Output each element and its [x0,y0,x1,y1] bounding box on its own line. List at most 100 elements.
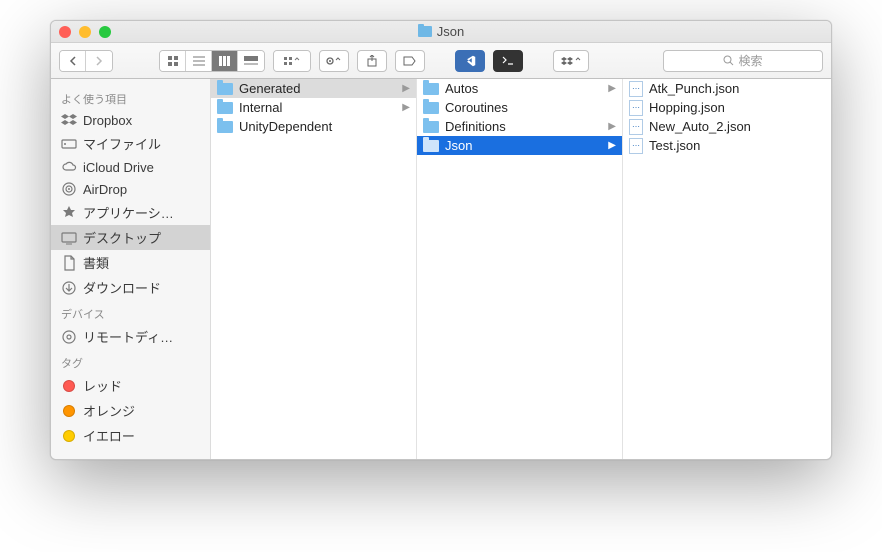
folder-icon [423,83,439,95]
columns-area: Generated▶Internal▶UnityDependentAutos▶C… [211,79,831,459]
arrange-group [273,50,311,72]
folder-row[interactable]: Generated ▶ [211,79,416,98]
row-label: Test.json [649,138,700,153]
column[interactable]: Autos▶ Coroutines Definitions▶ Json ▶ [417,79,623,459]
file-icon [629,119,643,135]
arrange-button[interactable] [274,51,310,71]
view-mode [159,50,265,72]
tag-dot [61,428,77,444]
coverflow-view[interactable] [238,51,264,71]
desktop-icon [61,230,77,246]
titlebar[interactable]: Json [51,21,831,43]
dropbox-toolbar[interactable] [553,50,589,72]
folder-row[interactable]: Autos▶ [417,79,622,98]
file-row[interactable]: Hopping.json [623,98,829,117]
folder-row[interactable]: Coroutines [417,98,622,117]
folder-icon [217,121,233,133]
chevron-right-icon: ▶ [402,102,410,113]
column[interactable]: Atk_Punch.json Hopping.json New_Auto_2.jso… [623,79,829,459]
sidebar-item[interactable]: イエロー [51,423,210,448]
sidebar-header: デバイス [51,300,210,324]
sidebar-item-label: オレンジ [83,401,135,420]
airdrop-icon [61,181,77,197]
column[interactable]: Generated ▶ Internal ▶ UnityDependent [211,79,417,459]
toolbar: 検索 [51,43,831,79]
sidebar-item[interactable]: レッド [51,373,210,398]
sidebar-item[interactable]: アプリケーシ… [51,200,210,225]
row-label: Coroutines [445,100,508,115]
vscode-icon[interactable] [455,50,485,72]
folder-icon [217,102,233,114]
row-label: New_Auto_2.json [649,119,751,134]
window-title: Json [418,24,464,39]
search-field[interactable]: 検索 [663,50,823,72]
body: よく使う項目 Dropbox マイファイル iCloud Drive AirDrop アプ… [51,79,831,459]
minimize-button[interactable] [79,26,91,38]
apps-icon [61,205,77,221]
icon-view[interactable] [160,51,186,71]
sidebar-item[interactable]: iCloud Drive [51,156,210,178]
folder-row[interactable]: UnityDependent [211,117,416,136]
row-label: Internal [239,100,282,115]
traffic-lights [59,26,111,38]
downloads-icon [61,280,77,296]
sidebar-item[interactable]: オレンジ [51,398,210,423]
sidebar-item-label: アプリケーシ… [83,203,174,222]
folder-icon [423,121,439,133]
sidebar-item-label: 書類 [83,253,109,272]
column-view[interactable] [212,51,238,71]
sidebar-header: タグ [51,349,210,373]
disc-icon [61,329,77,345]
sidebar-item[interactable]: デスクトップ [51,225,210,250]
close-button[interactable] [59,26,71,38]
sidebar-item[interactable]: 書類 [51,250,210,275]
folder-icon [418,26,432,37]
chevron-right-icon: ▶ [608,140,616,151]
sidebar-item-label: Dropbox [83,113,132,128]
chevron-right-icon: ▶ [402,83,410,94]
back-button[interactable] [60,51,86,71]
sidebar-item[interactable]: ダウンロード [51,275,210,300]
file-row[interactable]: New_Auto_2.json [623,117,829,136]
sidebar-item-label: イエロー [83,426,135,445]
cloud-icon [61,159,77,175]
tags-button[interactable] [395,50,425,72]
documents-icon [61,255,77,271]
terminal-icon[interactable] [493,50,523,72]
row-label: UnityDependent [239,119,332,134]
sidebar-item[interactable]: AirDrop [51,178,210,200]
nav-buttons [59,50,113,72]
row-label: Json [445,138,472,153]
share-button[interactable] [357,50,387,72]
file-icon [629,138,643,154]
list-view[interactable] [186,51,212,71]
folder-icon [423,140,439,152]
file-icon [629,81,643,97]
sidebar-item-label: ダウンロード [83,278,161,297]
sidebar-item[interactable]: Dropbox [51,109,210,131]
file-icon [629,100,643,116]
folder-icon [217,83,233,95]
sidebar-item-label: iCloud Drive [83,160,154,175]
file-row[interactable]: Atk_Punch.json [623,79,829,98]
row-label: Atk_Punch.json [649,81,739,96]
row-label: Autos [445,81,478,96]
folder-row[interactable]: Json ▶ [417,136,622,155]
folder-row[interactable]: Definitions▶ [417,117,622,136]
row-label: Definitions [445,119,506,134]
tag-dot [61,403,77,419]
row-label: Generated [239,81,300,96]
sidebar-item-label: マイファイル [83,134,161,153]
maximize-button[interactable] [99,26,111,38]
sidebar-item-label: レッド [83,376,122,395]
file-row[interactable]: Test.json [623,136,829,155]
title-text: Json [437,24,464,39]
sidebar: よく使う項目 Dropbox マイファイル iCloud Drive AirDrop アプ… [51,79,211,459]
sidebar-header: よく使う項目 [51,85,210,109]
drive-icon [61,136,77,152]
action-button[interactable] [319,50,349,72]
folder-row[interactable]: Internal ▶ [211,98,416,117]
sidebar-item[interactable]: リモートディ… [51,324,210,349]
forward-button[interactable] [86,51,112,71]
sidebar-item[interactable]: マイファイル [51,131,210,156]
